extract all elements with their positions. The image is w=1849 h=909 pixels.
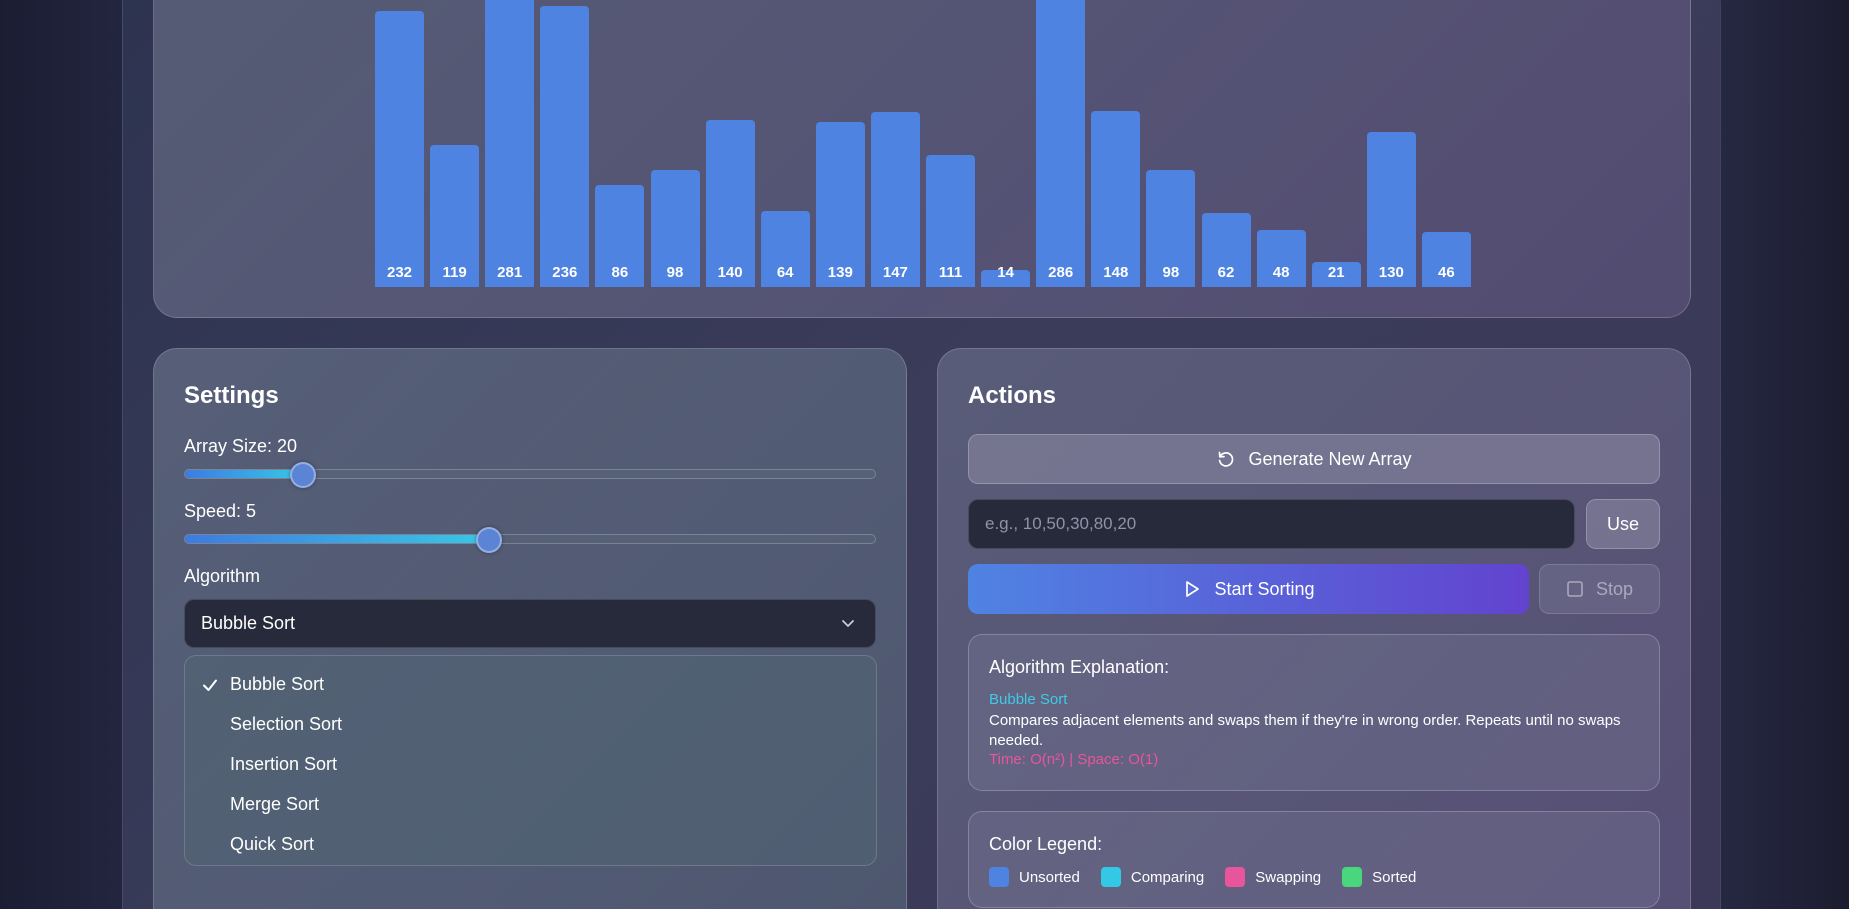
array-size-slider[interactable]: [184, 462, 876, 488]
legend-label: Sorted: [1372, 868, 1417, 886]
array-bar-value: 46: [1438, 263, 1455, 281]
array-bar-value: 48: [1272, 263, 1290, 281]
stop-icon: [1567, 581, 1583, 597]
generate-array-label: Generate New Array: [1248, 448, 1412, 469]
use-label: Use: [1606, 513, 1639, 534]
stop-button[interactable]: Stop: [1539, 564, 1660, 614]
settings-title: Settings: [184, 382, 279, 409]
explanation-description: Compares adjacent elements and swaps the…: [989, 712, 1621, 749]
array-size-slider-thumb[interactable]: [289, 462, 316, 488]
legend-label: Comparing: [1130, 868, 1205, 886]
legend-swatch-sorted: [1342, 867, 1363, 887]
check-icon: [203, 679, 217, 691]
legend-swatch-comparing: [1100, 867, 1121, 887]
array-bar: 286: [1036, 0, 1086, 287]
algorithm-option-merge-sort[interactable]: Merge Sort: [185, 786, 876, 822]
algorithm-option-label: Bubble Sort: [230, 673, 325, 694]
array-bar-value: 286: [1048, 264, 1074, 281]
array-bar-value: 281: [497, 264, 523, 281]
color-legend-panel: Color Legend: Unsorted Comparing Swappin…: [968, 811, 1660, 908]
explanation-title: Algorithm Explanation:: [989, 657, 1170, 677]
array-bar: 130: [1366, 132, 1416, 287]
stop-label: Stop: [1595, 578, 1634, 599]
array-bar-value: 62: [1217, 263, 1235, 281]
array-bar: 98: [1146, 170, 1196, 287]
array-bar-value: 98: [666, 263, 684, 281]
legend-label: Swapping: [1255, 868, 1322, 886]
start-sorting-label: Start Sorting: [1214, 578, 1315, 599]
refresh-icon: [1219, 451, 1234, 467]
array-bar-value: 140: [717, 263, 743, 281]
legend-label: Unsorted: [1019, 868, 1080, 886]
array-bar: 14: [981, 264, 1031, 287]
array-bar-value: 86: [611, 263, 629, 281]
legend-swatch-unsorted: [989, 867, 1009, 887]
array-bar-value: 119: [442, 263, 467, 281]
array-bar-value: 130: [1378, 263, 1404, 281]
array-bar: 147: [870, 112, 920, 287]
array-size-slider-fill: [185, 470, 303, 478]
array-bar: 48: [1256, 229, 1306, 287]
array-bar: 21: [1311, 262, 1361, 287]
array-bar: 281: [485, 0, 535, 287]
array-bar-value: 147: [882, 263, 908, 281]
legend-swatch-swapping: [1225, 867, 1246, 887]
array-bar: 86: [595, 184, 645, 287]
array-bar-value: 14: [997, 263, 1014, 281]
algorithm-select[interactable]: Bubble Sort: [184, 599, 876, 648]
array-size-label: Array Size: 20: [184, 436, 298, 456]
algorithm-explanation-panel: Algorithm Explanation: Bubble Sort Compa…: [968, 634, 1660, 791]
legend-item-comparing: Comparing: [1100, 867, 1205, 887]
array-bar-value: 21: [1327, 263, 1345, 281]
speed-label: Speed: 5: [184, 501, 257, 521]
start-sorting-button[interactable]: Start Sorting: [968, 564, 1529, 614]
algorithm-option-label: Merge Sort: [230, 793, 320, 814]
chevron-down-icon: [842, 620, 854, 627]
array-bar: 232: [375, 10, 424, 287]
array-bar-value: 148: [1103, 263, 1129, 281]
use-button[interactable]: Use: [1586, 499, 1660, 549]
bar-chart: 232 119 281 236 86 98 140 64 139 147 111 14 286 148 98…: [0, 0, 1849, 290]
algorithm-option-label: Quick Sort: [230, 833, 315, 854]
array-bar: 46: [1421, 232, 1471, 287]
legend-item-unsorted: Unsorted: [989, 867, 1080, 887]
algorithm-option-bubble-sort[interactable]: Bubble Sort: [185, 666, 876, 702]
array-bar: 62: [1201, 213, 1251, 287]
legend-item-swapping: Swapping: [1225, 867, 1321, 887]
explanation-complexity: Time: O(n²) | Space: O(1): [989, 751, 1159, 768]
actions-title: Actions: [968, 382, 1057, 409]
legend-title: Color Legend:: [989, 834, 1103, 854]
array-bar: 119: [430, 145, 480, 287]
play-icon: [1186, 581, 1200, 597]
algorithm-option-selection-sort[interactable]: Selection Sort: [185, 706, 876, 742]
speed-slider[interactable]: [184, 527, 876, 553]
algorithm-option-label: Selection Sort: [230, 713, 343, 734]
array-bar: 140: [705, 120, 755, 287]
array-bar: 98: [650, 170, 700, 287]
algorithm-option-insertion-sort[interactable]: Insertion Sort: [185, 746, 876, 782]
algorithm-option-label: Insertion Sort: [230, 753, 338, 774]
legend-item-sorted: Sorted: [1342, 867, 1416, 887]
array-bar: 64: [760, 210, 810, 287]
array-bar: 236: [540, 6, 590, 287]
algorithm-dropdown-menu: Bubble Sort Selection Sort Insertion Sor…: [184, 655, 877, 866]
array-bar-value: 64: [776, 263, 794, 281]
algorithm-option-quick-sort[interactable]: Quick Sort: [185, 826, 876, 862]
array-bar: 111: [926, 154, 975, 287]
generate-array-button[interactable]: Generate New Array: [968, 434, 1660, 484]
array-bar-value: 236: [552, 263, 578, 281]
array-bar-value: 139: [827, 263, 853, 281]
array-bar-value: 98: [1162, 263, 1180, 281]
algorithm-select-value: Bubble Sort: [201, 613, 296, 633]
speed-slider-fill: [185, 535, 490, 543]
legend-items: Unsorted Comparing Swapping Sorted: [989, 867, 1437, 887]
algorithm-label: Algorithm: [184, 566, 261, 586]
explanation-algorithm-name: Bubble Sort: [989, 691, 1068, 708]
array-bar: 148: [1091, 110, 1141, 287]
custom-array-input[interactable]: [968, 499, 1575, 549]
array-bar-value: 111: [938, 263, 963, 281]
array-bar: 139: [815, 121, 865, 287]
array-bar-value: 232: [386, 263, 413, 281]
